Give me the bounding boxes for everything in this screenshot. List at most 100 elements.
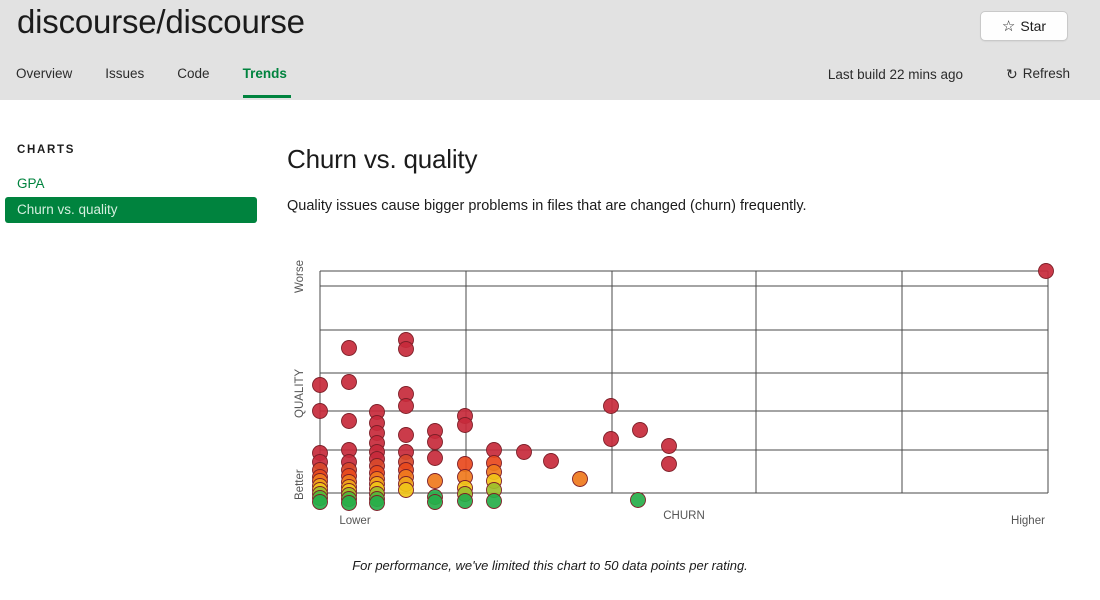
data-point[interactable] [341,479,357,495]
data-point[interactable] [369,451,385,467]
star-button[interactable]: ☆ Star [980,11,1068,41]
tab-trends[interactable]: Trends [242,62,307,98]
x-axis-title: CHURN [663,510,705,522]
data-point[interactable] [398,469,414,485]
data-point[interactable] [312,454,328,470]
data-point[interactable] [486,464,502,480]
last-build-status: Last build 22 mins ago [827,67,963,82]
data-point[interactable] [312,462,328,478]
data-point[interactable] [312,494,328,510]
star-icon: ☆ [1001,17,1016,35]
chart-description: Quality issues cause bigger problems in … [287,198,807,214]
data-point[interactable] [543,453,559,469]
data-point[interactable] [341,487,357,503]
data-point[interactable] [486,473,502,489]
data-point[interactable] [661,456,677,472]
data-point[interactable] [369,465,385,481]
data-point[interactable] [341,340,357,356]
data-point[interactable] [398,398,414,414]
data-point[interactable] [486,493,502,509]
data-point[interactable] [457,469,473,485]
tab-overview-label: Overview [16,66,73,81]
data-point[interactable] [369,444,385,460]
data-point[interactable] [341,491,357,507]
sidebar-item-churn-vs-quality-label: Churn vs. quality [17,202,118,217]
data-point[interactable] [427,489,443,505]
data-point[interactable] [312,403,328,419]
data-point[interactable] [369,425,385,441]
data-point[interactable] [369,404,385,420]
data-point[interactable] [369,471,385,487]
data-point[interactable] [312,377,328,393]
data-point[interactable] [572,471,588,487]
data-point[interactable] [312,445,328,461]
y-axis-max-label: Worse [294,260,306,293]
data-point[interactable] [341,442,357,458]
data-point[interactable] [398,454,414,470]
data-point[interactable] [369,458,385,474]
data-point[interactable] [398,482,414,498]
data-point[interactable] [312,482,328,498]
data-point[interactable] [603,431,619,447]
data-point[interactable] [312,478,328,494]
data-point[interactable] [427,494,443,510]
data-point[interactable] [398,386,414,402]
data-point[interactable] [369,486,385,502]
data-point[interactable] [341,462,357,478]
data-point[interactable] [457,480,473,496]
tab-code[interactable]: Code [177,62,229,86]
data-point[interactable] [427,434,443,450]
data-point[interactable] [661,438,677,454]
data-point[interactable] [398,332,414,348]
data-point[interactable] [457,408,473,424]
data-point[interactable] [457,493,473,509]
x-axis-min-label: Lower [339,515,370,527]
data-point[interactable] [312,490,328,506]
data-point[interactable] [398,462,414,478]
chart-gridlines [319,270,1049,494]
data-point[interactable] [1038,263,1054,279]
data-point[interactable] [369,491,385,507]
data-point[interactable] [341,495,357,511]
sidebar-section-charts: CHARTS [17,144,76,156]
data-point[interactable] [603,398,619,414]
data-point[interactable] [457,456,473,472]
tab-overview[interactable]: Overview [16,62,92,86]
data-point[interactable] [516,444,532,460]
data-point[interactable] [398,444,414,460]
data-point[interactable] [632,422,648,438]
data-point[interactable] [427,423,443,439]
data-point[interactable] [486,455,502,471]
chart-title: Churn vs. quality [287,144,478,174]
data-point[interactable] [312,473,328,489]
data-point[interactable] [341,483,357,499]
data-point[interactable] [427,450,443,466]
data-point[interactable] [369,435,385,451]
refresh-button-label: Refresh [1022,66,1070,81]
tab-issues[interactable]: Issues [105,62,164,86]
data-point[interactable] [369,415,385,431]
data-point[interactable] [398,341,414,357]
data-point[interactable] [312,469,328,485]
data-point[interactable] [312,486,328,502]
data-point[interactable] [341,474,357,490]
data-point[interactable] [341,468,357,484]
data-point[interactable] [341,413,357,429]
refresh-button[interactable]: ↻ Refresh [1006,66,1070,81]
data-point[interactable] [630,492,646,508]
data-point[interactable] [341,374,357,390]
data-point[interactable] [486,442,502,458]
data-point[interactable] [427,473,443,489]
y-axis-min-label: Better [294,469,306,500]
data-point[interactable] [369,495,385,511]
data-point[interactable] [457,486,473,502]
data-point[interactable] [341,454,357,470]
data-point[interactable] [398,427,414,443]
data-point[interactable] [457,417,473,433]
sidebar-item-gpa[interactable]: GPA [17,176,45,191]
data-point[interactable] [369,476,385,492]
data-point[interactable] [486,482,502,498]
data-point[interactable] [369,481,385,497]
sidebar-item-churn-vs-quality[interactable]: Churn vs. quality [5,197,257,223]
data-point[interactable] [398,476,414,492]
